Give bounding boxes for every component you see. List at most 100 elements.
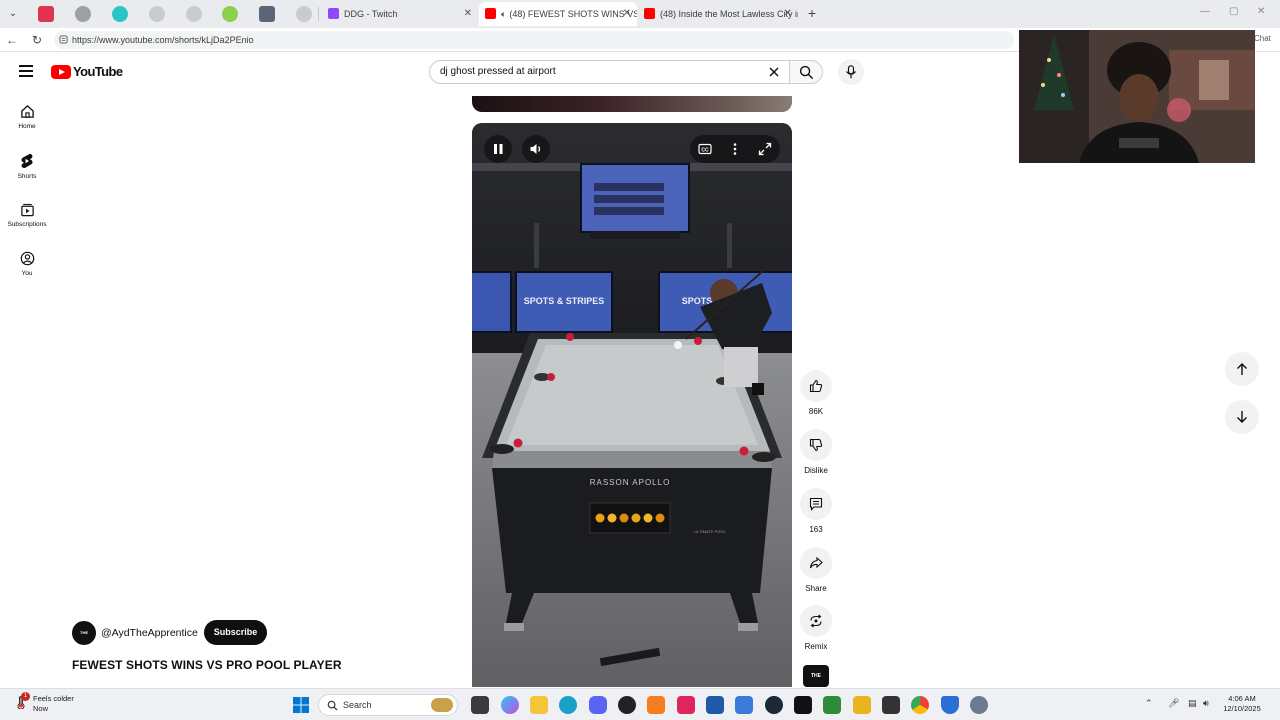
you-icon [20,251,34,266]
previous-short-preview[interactable] [472,96,792,112]
youtube-logo-icon[interactable] [51,65,71,79]
security-shield-icon[interactable] [941,696,959,714]
youtube-favicon-icon [485,8,496,19]
tab-youtube-shorts[interactable]: 🔈︎ (48) FEWEST SHOTS WINS VS ✕ [479,2,637,26]
search-button[interactable] [790,60,823,84]
tab-youtube-video[interactable]: (48) Inside the Most Lawless City in ✕ [638,2,798,26]
tray-network-icon[interactable]: ▤ [1188,698,1197,709]
app-orange-icon[interactable] [647,696,665,714]
pinned-tab-globe-icon[interactable] [296,6,312,22]
tab-close-icon[interactable]: ✕ [464,2,472,26]
taskbar-clock[interactable]: 4:06 AM 12/10/2025 [1222,694,1262,714]
captions-icon[interactable]: CC [698,142,712,156]
weather-widget[interactable]: Feels colder Now [33,694,74,714]
url-field[interactable]: https://www.youtube.com/shorts/kLjDa2PEn… [54,31,1014,49]
tab-separator [318,7,319,21]
discord-icon[interactable] [589,696,607,714]
file-explorer-icon[interactable] [530,696,548,714]
svg-text:CC: CC [701,147,709,153]
share-button[interactable] [800,547,832,579]
volume-button[interactable] [522,135,550,163]
site-info-icon[interactable] [59,35,68,44]
steam-icon[interactable] [765,696,783,714]
excel-icon[interactable] [823,696,841,714]
voice-search-button[interactable] [838,59,864,85]
next-short-button[interactable] [1225,400,1259,434]
share-action[interactable]: Share [796,547,836,593]
channel-avatar[interactable]: THE APPRENTICE [72,621,98,659]
clock-date: 12/10/2025 [1223,704,1261,713]
minimize-icon[interactable]: — [1200,6,1210,17]
obs-icon[interactable] [618,696,636,714]
guide-item-subscriptions[interactable]: Subscriptions [0,202,54,242]
youtube-wordmark[interactable]: YouTube [73,64,123,79]
tray-volume-icon[interactable]: 🔊︎ [1203,698,1209,709]
app-yellow-icon[interactable] [853,696,871,714]
pinned-tab-gray-icon[interactable] [75,6,91,22]
pinned-tab-globe-icon[interactable] [149,6,165,22]
tab-list-chevron-icon[interactable]: ⌄ [6,7,20,21]
sound-thumbnail[interactable]: THE APPRENTICE [803,665,835,701]
fullscreen-icon[interactable] [758,142,772,156]
search-query[interactable]: dj ghost pressed at airport [440,61,556,83]
start-windows-icon[interactable] [293,697,309,713]
pinned-tab-ai-icon[interactable] [259,6,275,22]
remix-action[interactable]: Remix [796,605,836,651]
new-tab-button[interactable]: + [804,4,820,22]
taskbar-search-placeholder: Search [343,700,372,710]
guide-item-home[interactable]: Home [0,104,54,144]
maximize-icon[interactable]: ▢ [1229,6,1238,17]
copilot-icon[interactable] [501,696,519,714]
dislike-action[interactable]: Dislike [796,429,836,475]
channel-name[interactable]: @AydTheApprentice [101,627,198,639]
like-icon [809,379,823,393]
guide-menu-icon[interactable] [19,65,33,77]
clear-search-icon[interactable] [767,65,781,79]
video-frame: SPOTS & STRIPES SPOTS & STRIPES RASSON A… [472,123,792,687]
guide-item-you[interactable]: You [0,251,54,291]
call-of-duty-icon[interactable] [882,696,900,714]
muted-speaker-icon[interactable]: 🔈︎ [501,9,506,19]
like-count: 86K [808,407,824,416]
tray-chevron-icon[interactable]: ⌃ [1145,698,1153,709]
edge-icon[interactable] [559,696,577,714]
tray-mic-icon[interactable]: 🎤︎ [1168,698,1179,709]
chrome-icon[interactable] [911,696,929,714]
search-icon [327,700,338,711]
tab-close-icon[interactable]: ✕ [623,2,631,26]
tiktok-live-icon[interactable] [677,696,695,714]
more-options-icon[interactable] [728,142,742,156]
pause-button[interactable] [484,135,512,163]
pause-icon [494,144,503,154]
previous-short-button[interactable] [1225,352,1259,386]
like-button[interactable] [800,370,832,402]
comments-action[interactable]: 163 [796,488,836,534]
settings-gear-icon[interactable] [970,696,988,714]
pinned-tab-globe-icon[interactable] [186,6,202,22]
tiktok-icon[interactable] [794,696,812,714]
pinned-tab-teal-icon[interactable] [112,6,128,22]
dislike-button[interactable] [800,429,832,461]
comments-button[interactable] [800,488,832,520]
tab-twitch[interactable]: DDG - Twitch ✕ [322,2,478,26]
taskbar-search[interactable]: Search [318,694,458,716]
back-arrow-icon[interactable]: ← [4,32,20,48]
reload-icon[interactable]: ↻ [29,32,45,48]
table-model-text: ULTIMATE POOL [694,529,726,534]
subscribe-button[interactable]: Subscribe [204,620,267,645]
search-input[interactable]: dj ghost pressed at airport [429,60,790,84]
window-close-icon[interactable]: ✕ [1257,6,1265,17]
shorts-video-player[interactable]: SPOTS & STRIPES SPOTS & STRIPES RASSON A… [472,123,792,687]
tab-close-icon[interactable]: ✕ [784,2,792,26]
like-action[interactable]: 86K [796,370,836,416]
store-icon[interactable] [706,696,724,714]
chat-label[interactable]: Chat [1254,34,1271,43]
task-view-icon[interactable] [471,696,489,714]
pinned-tab-green-icon[interactable] [222,6,238,22]
guide-item-shorts[interactable]: Shorts [0,153,54,193]
tab-title: (48) Inside the Most Lawless City in [660,9,798,19]
remix-button[interactable] [800,605,832,637]
pinned-tab-red-icon[interactable] [38,6,54,22]
network-app-icon[interactable] [735,696,753,714]
short-title[interactable]: FEWEST SHOTS WINS VS PRO POOL PLAYER [72,658,342,672]
